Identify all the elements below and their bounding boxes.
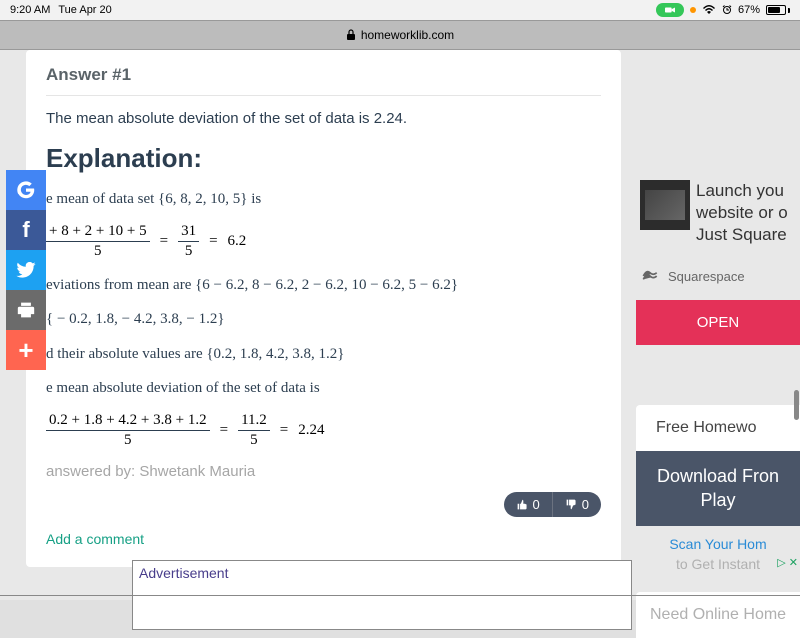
share-more-button[interactable]: + <box>6 330 46 370</box>
absolute-values-line: d their absolute values are {0.2, 1.8, 4… <box>46 343 601 366</box>
downvote-button[interactable]: 0 <box>553 492 601 517</box>
free-homework-heading: Free Homewo <box>636 405 800 451</box>
status-date: Tue Apr 20 <box>58 4 111 16</box>
deviations-line: eviations from mean are {6 − 6.2, 8 − 6.… <box>46 274 601 297</box>
divider <box>0 595 800 596</box>
printer-icon <box>16 301 36 319</box>
mean-formula: + 8 + 2 + 10 + 55 = 315 = 6.2 <box>46 223 601 260</box>
share-twitter-button[interactable] <box>6 250 46 290</box>
answer-header: Answer #1 <box>46 65 601 96</box>
adchoices-icon[interactable]: ▷ ✕ <box>777 556 798 569</box>
mean-intro: e mean of data set {6, 8, 2, 10, 5} is <box>46 188 601 211</box>
twitter-icon <box>16 262 36 278</box>
download-button[interactable]: Download FronPlay <box>636 451 800 526</box>
status-bar: 9:20 AM Tue Apr 20 67% <box>0 0 800 20</box>
need-help-heading: Need Online Home <box>636 592 800 638</box>
battery-icon <box>766 5 790 15</box>
url-bar[interactable]: homeworklib.com <box>0 20 800 50</box>
mad-formula: 0.2 + 1.8 + 4.2 + 3.8 + 1.25 = 11.25 = 2… <box>46 412 601 449</box>
recording-indicator <box>656 3 684 17</box>
wifi-icon <box>702 5 716 15</box>
answer-card: Answer #1 The mean absolute deviation of… <box>26 50 621 567</box>
lock-icon <box>346 29 356 41</box>
advertisement-label: Advertisement <box>133 561 631 585</box>
thumbs-down-icon <box>565 498 578 511</box>
scan-homework-link[interactable]: Scan Your Hom <box>636 536 800 552</box>
scrollbar-thumb[interactable] <box>794 390 799 420</box>
squarespace-icon <box>640 266 660 286</box>
google-icon <box>15 179 37 201</box>
page-content: Answer #1 The mean absolute deviation of… <box>0 50 800 600</box>
url-text: homeworklib.com <box>361 28 454 42</box>
squarespace-ad[interactable]: Launch you website or o Just Square <box>636 180 800 246</box>
deviation-values: { − 0.2, 1.8, − 4.2, 3.8, − 1.2} <box>46 308 601 331</box>
vote-row: 0 0 <box>46 492 601 517</box>
advertiser-row: Squarespace <box>636 266 800 286</box>
open-ad-button[interactable]: OPEN <box>636 300 800 345</box>
attribution: answered by: Shwetank Mauria <box>46 463 601 480</box>
upvote-button[interactable]: 0 <box>504 492 553 517</box>
add-comment-link[interactable]: Add a comment <box>46 531 601 547</box>
mic-indicator-icon <box>690 7 696 13</box>
share-column: f + <box>6 170 46 370</box>
share-print-button[interactable] <box>6 290 46 330</box>
battery-percent: 67% <box>738 4 760 16</box>
mad-intro: e mean absolute deviation of the set of … <box>46 377 601 400</box>
answer-summary: The mean absolute deviation of the set o… <box>46 110 601 127</box>
instant-text: to Get Instant ▷ ✕ <box>636 556 800 572</box>
right-sidebar: Launch you website or o Just Square Squa… <box>636 50 800 600</box>
share-google-button[interactable] <box>6 170 46 210</box>
explanation-heading: Explanation: <box>46 143 601 174</box>
alarm-icon <box>722 5 732 15</box>
share-facebook-button[interactable]: f <box>6 210 46 250</box>
status-time: 9:20 AM <box>10 4 50 16</box>
advertiser-name: Squarespace <box>668 269 745 284</box>
thumbs-up-icon <box>516 498 529 511</box>
